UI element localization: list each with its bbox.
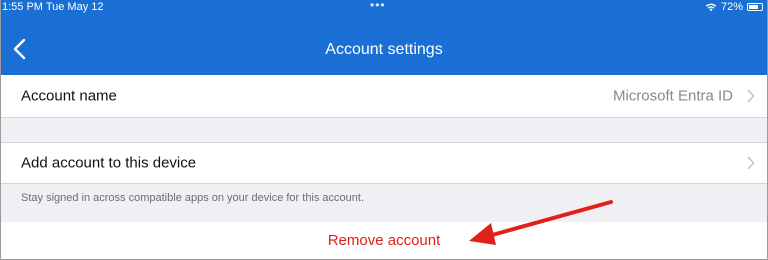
wifi-icon — [705, 3, 717, 12]
page-title: Account settings — [325, 41, 443, 58]
battery-level-fill — [749, 5, 758, 9]
status-right-group: 72% — [705, 1, 763, 13]
status-time-date: 1:55 PM Tue May 12 — [2, 1, 104, 13]
navigation-bar: Account settings — [1, 15, 767, 75]
status-bar: 1:55 PM Tue May 12 ••• 72% — [1, 0, 767, 15]
account-name-row[interactable]: Account name Microsoft Entra ID — [1, 75, 767, 118]
chevron-right-icon — [747, 156, 755, 170]
multitasking-dots[interactable]: ••• — [370, 0, 386, 12]
add-account-row[interactable]: Add account to this device — [1, 142, 767, 184]
account-name-label: Account name — [21, 87, 117, 105]
remove-account-row: Remove account — [1, 222, 767, 259]
section-footer: Stay signed in across compatible apps on… — [1, 184, 767, 222]
chevron-right-icon — [747, 89, 755, 103]
battery-percent: 72% — [720, 1, 743, 13]
section-separator — [1, 118, 767, 142]
battery-icon — [747, 3, 763, 11]
remove-account-button[interactable]: Remove account — [1, 232, 767, 249]
add-account-footnote: Stay signed in across compatible apps on… — [21, 192, 365, 204]
account-settings-screen: 1:55 PM Tue May 12 ••• 72% Account setti… — [0, 0, 768, 260]
account-name-value: Microsoft Entra ID — [612, 87, 733, 105]
add-account-label: Add account to this device — [21, 154, 197, 172]
